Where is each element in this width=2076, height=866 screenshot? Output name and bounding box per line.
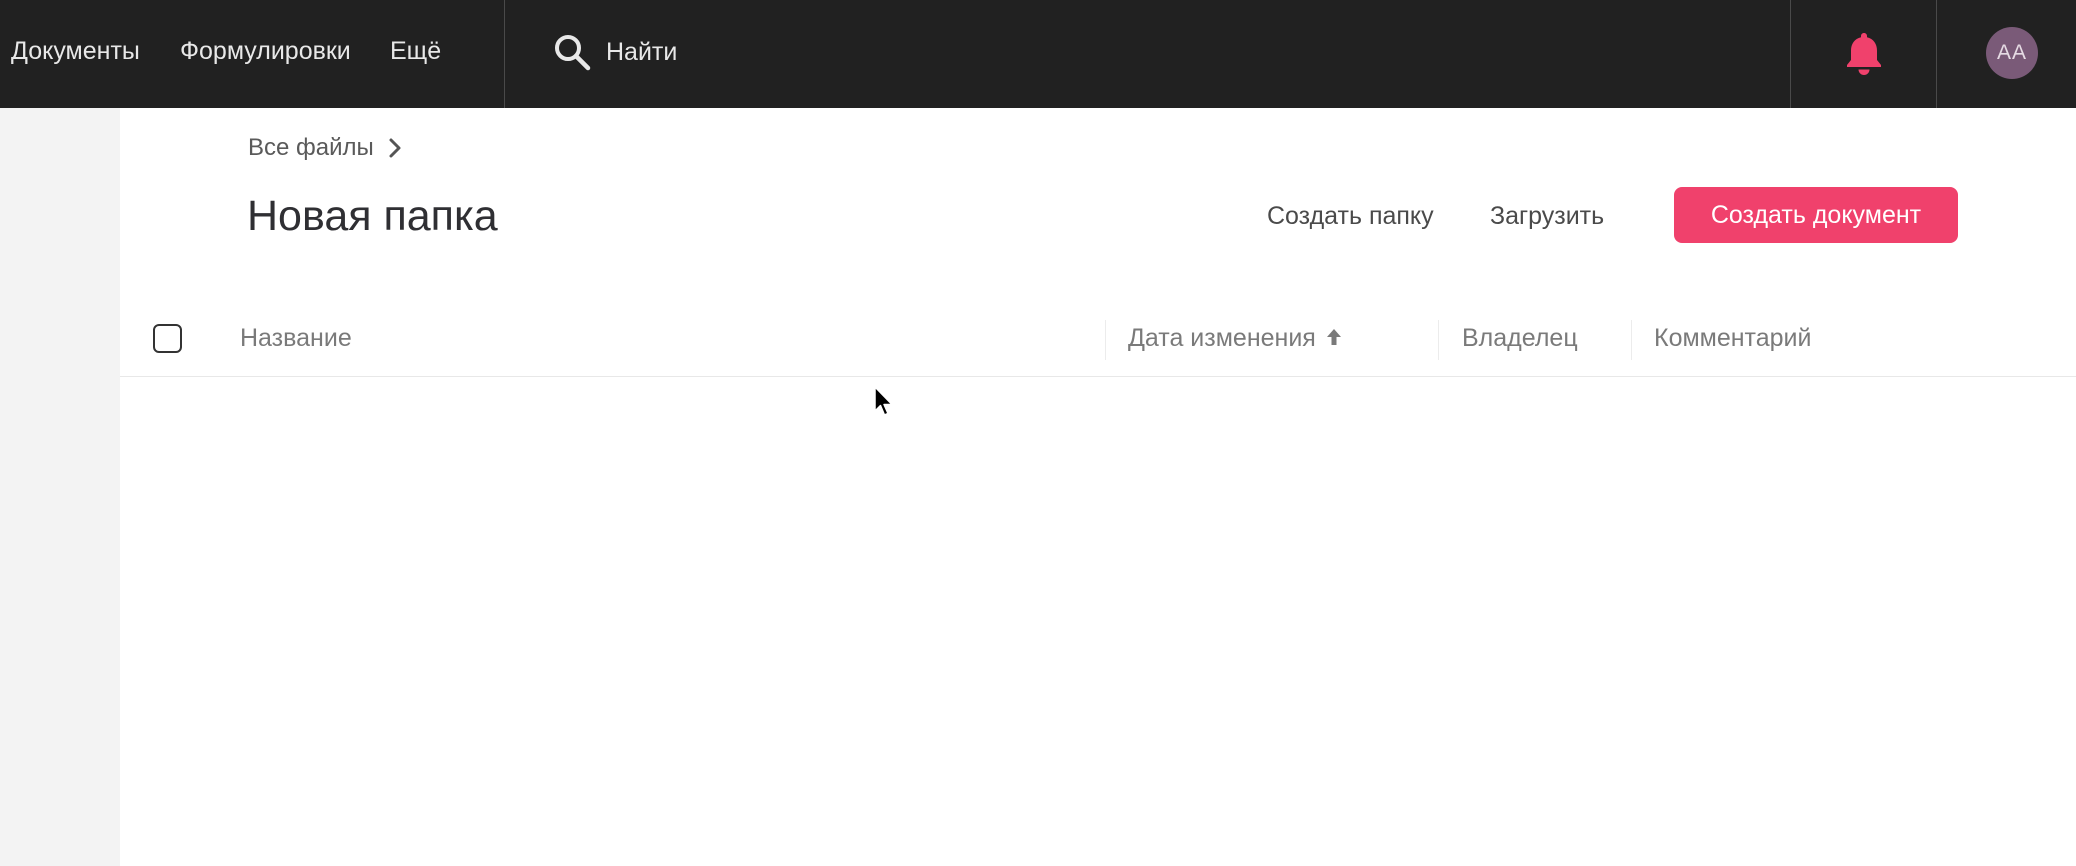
chevron-right-icon (374, 137, 402, 159)
create-document-button[interactable]: Создать документ (1674, 187, 1958, 243)
column-separator (1438, 320, 1439, 360)
breadcrumb-all-files[interactable]: Все файлы (248, 134, 374, 162)
nav-divider (1790, 0, 1791, 108)
nav-divider (1936, 0, 1937, 108)
search-label: Найти (606, 37, 678, 66)
page-title: Новая папка (247, 192, 498, 240)
column-header-modified-label: Дата изменения (1128, 324, 1316, 352)
column-header-owner[interactable]: Владелец (1462, 318, 1578, 358)
left-sidebar (0, 108, 120, 866)
select-all-checkbox[interactable] (153, 324, 182, 353)
create-folder-button[interactable]: Создать папку (1267, 196, 1434, 236)
breadcrumb[interactable]: Все файлы (248, 134, 402, 162)
search-button[interactable]: Найти (552, 30, 677, 74)
nav-divider (504, 0, 505, 108)
nav-item-more[interactable]: Ещё (390, 34, 441, 68)
main-content: Все файлы Новая папка Создать папку Загр… (120, 108, 2076, 866)
user-avatar[interactable]: AA (1986, 27, 2038, 79)
column-separator (1105, 320, 1106, 360)
nav-item-documents[interactable]: Документы (11, 34, 140, 68)
arrow-up-icon (1326, 319, 1342, 359)
bell-icon[interactable] (1844, 30, 1884, 76)
column-header-modified[interactable]: Дата изменения (1128, 318, 1342, 358)
column-separator (1631, 320, 1632, 360)
search-icon (552, 32, 592, 72)
upload-button[interactable]: Загрузить (1490, 196, 1604, 236)
top-navigation-bar: Документы Формулировки Ещё Найти AA (0, 0, 2076, 108)
mouse-pointer-icon (873, 386, 895, 420)
nav-item-formulations[interactable]: Формулировки (180, 34, 351, 68)
column-header-name[interactable]: Название (240, 318, 352, 358)
column-header-comment[interactable]: Комментарий (1654, 318, 1811, 358)
